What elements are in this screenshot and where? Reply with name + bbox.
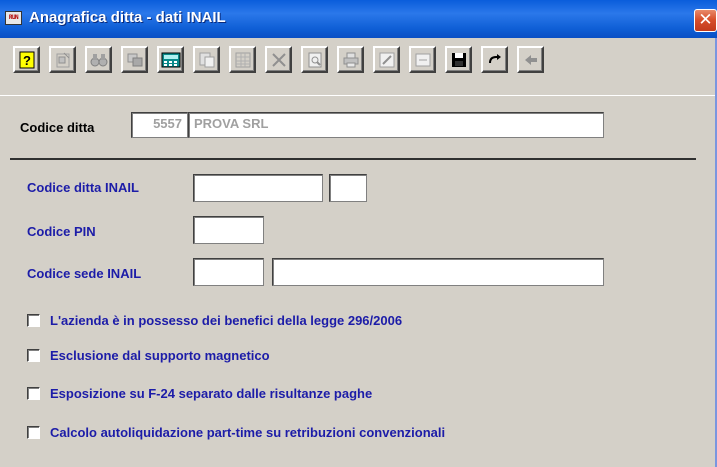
paste-icon	[199, 52, 214, 67]
properties-icon	[56, 52, 69, 67]
search-button[interactable]	[85, 46, 112, 73]
form-icon	[415, 53, 430, 66]
codice-ditta-inail-label: Codice ditta INAIL	[27, 180, 139, 195]
calcolo-part-time-label: Calcolo autoliquidazione part-time su re…	[50, 425, 446, 440]
section-separator	[10, 158, 696, 160]
redo-arrow-icon	[488, 53, 501, 63]
binoculars-search-icon	[90, 53, 107, 66]
print-preview-icon	[308, 52, 321, 67]
svg-text:?: ?	[23, 53, 31, 68]
esposizione-f24-checkbox[interactable]	[27, 387, 40, 400]
calcolo-part-time-checkbox[interactable]	[27, 426, 40, 439]
copy-records-icon	[127, 53, 142, 66]
calculator-icon	[161, 52, 180, 67]
edit-button[interactable]	[373, 46, 400, 73]
close-button[interactable]: ✕	[694, 9, 717, 32]
codice-sede-inail-label: Codice sede INAIL	[27, 266, 142, 281]
paste-button[interactable]	[193, 46, 220, 73]
checkbox-row-calcolo[interactable]: Calcolo autoliquidazione part-time su re…	[27, 425, 445, 440]
esclusione-supporto-label: Esclusione dal supporto magnetico	[50, 348, 270, 363]
print-preview-button[interactable]	[301, 46, 328, 73]
benefici-296-checkbox[interactable]	[27, 314, 40, 327]
codice-pin-input[interactable]	[193, 216, 264, 244]
checkbox-row-esclusione[interactable]: Esclusione dal supporto magnetico	[27, 348, 270, 363]
codice-pin-label: Codice PIN	[27, 224, 96, 239]
table-grid-icon	[235, 52, 250, 67]
print-button[interactable]	[337, 46, 364, 73]
back-arrow-icon	[524, 54, 537, 65]
help-icon: ?	[19, 51, 34, 68]
checkbox-row-benefici[interactable]: L'azienda è in possesso dei benefici del…	[27, 313, 402, 328]
esclusione-supporto-checkbox[interactable]	[27, 349, 40, 362]
properties-button[interactable]	[49, 46, 76, 73]
codice-ditta-inail-check-input[interactable]	[329, 174, 367, 202]
codice-ditta-code-field: 5557	[131, 112, 188, 138]
ragione-sociale-field: PROVA SRL	[188, 112, 604, 138]
help-button[interactable]: ?	[13, 46, 40, 73]
app-run-icon: RUN	[5, 11, 22, 25]
codice-sede-inail-code-input[interactable]	[193, 258, 264, 286]
toolbar-divider	[0, 95, 715, 96]
codice-sede-inail-desc-field	[272, 258, 604, 286]
copy-records-button[interactable]	[121, 46, 148, 73]
codice-ditta-inail-input[interactable]	[193, 174, 323, 202]
benefici-296-label: L'azienda è in possesso dei benefici del…	[50, 313, 403, 328]
table-button[interactable]	[229, 46, 256, 73]
save-floppy-icon	[451, 52, 466, 67]
title-bar[interactable]: RUN Anagrafica ditta - dati INAIL ✕	[0, 0, 717, 38]
redo-button[interactable]	[481, 46, 508, 73]
esposizione-f24-label: Esposizione su F-24 separato dalle risul…	[50, 386, 373, 401]
dialog-window: RUN Anagrafica ditta - dati INAIL ✕ ? Co…	[0, 0, 717, 467]
checkbox-row-esposizione[interactable]: Esposizione su F-24 separato dalle risul…	[27, 386, 372, 401]
window-title: Anagrafica ditta - dati INAIL	[29, 9, 226, 26]
delete-button[interactable]	[265, 46, 292, 73]
calculator-button[interactable]	[157, 46, 184, 73]
save-button[interactable]	[445, 46, 472, 73]
print-icon	[343, 52, 358, 67]
back-button[interactable]	[517, 46, 544, 73]
delete-x-icon	[271, 52, 286, 67]
form-button[interactable]	[409, 46, 436, 73]
edit-pen-icon	[379, 52, 394, 67]
codice-ditta-label: Codice ditta	[20, 120, 95, 135]
